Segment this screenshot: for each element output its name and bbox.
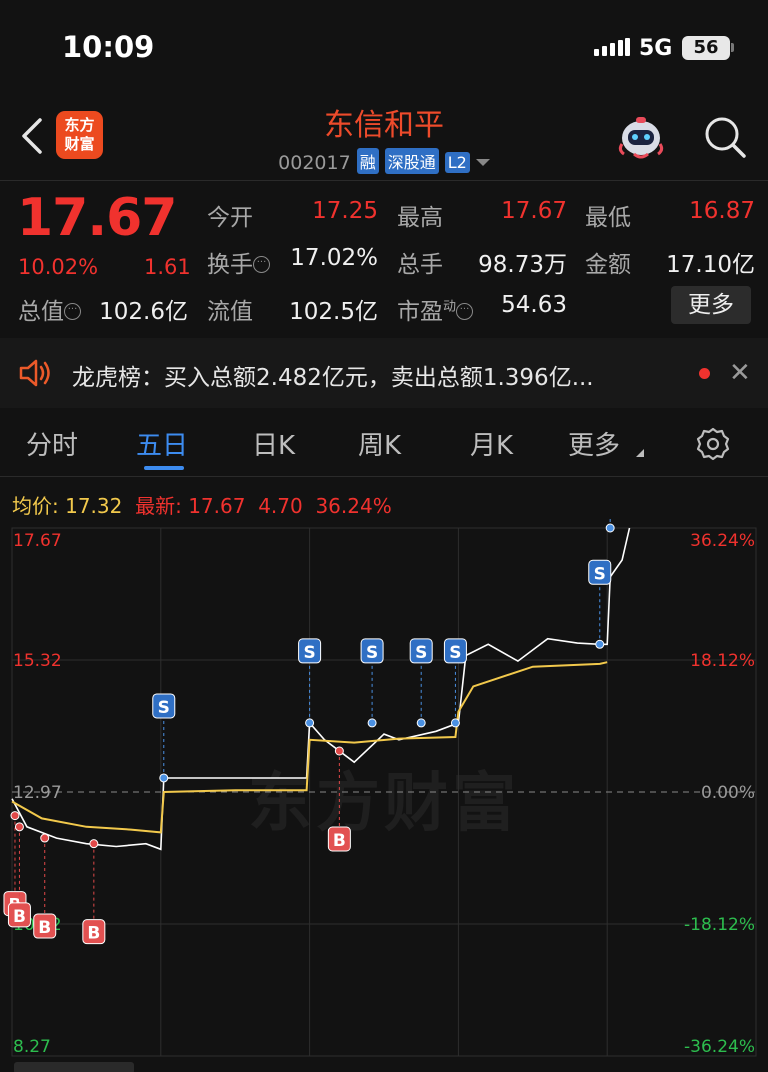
y-tick-left: 17.67 [13,531,62,551]
value-amount: 17.10亿 [666,252,755,278]
chart-legend: 均价: 17.32 最新: 17.67 4.70 36.24% [12,490,392,519]
signal-icon [594,38,630,56]
marker-label: B [38,918,51,938]
active-tab-indicator [144,466,184,470]
robot-assistant-icon[interactable] [616,114,666,162]
marker-label: S [303,643,315,663]
marker-label: B [13,907,26,927]
y-tick-right: 18.12% [690,651,755,671]
header-divider [0,180,768,181]
unread-dot [699,368,710,379]
y-tick-right: 36.24% [690,531,755,551]
marker-dot [595,639,605,649]
search-icon[interactable] [702,114,748,160]
latest-value: 17.67 [188,494,246,518]
battery-icon: 56 [682,36,730,60]
marker-label: B [87,924,100,944]
speaker-icon [19,359,50,387]
value-high: 17.67 [501,198,567,224]
info-icon[interactable]: ··· [456,303,474,320]
value-open: 17.25 [312,198,378,224]
label-amount: 金额 [585,252,631,278]
badge-connect: 深股通 [384,148,439,174]
label-open: 今开 [207,205,253,231]
close-icon[interactable]: ✕ [729,358,751,388]
marker-dot [14,822,24,832]
tabs-divider [0,476,768,477]
marker-label: S [158,698,170,718]
value-turnover: 17.02% [290,245,378,271]
news-text[interactable]: 龙虎榜：买入总额2.482亿元，卖出总额1.396亿... [72,358,594,392]
stock-code: 002017 [278,152,351,174]
y-tick-right: 0.00% [701,783,755,803]
marker-dot [605,523,615,533]
marker-label: S [594,564,606,584]
y-tick-left: 8.27 [13,1037,51,1057]
chevron-down-icon [475,159,490,166]
avg-value: 17.32 [65,494,123,518]
value-volume: 98.73万 [478,252,567,278]
latest-label: 最新: [135,494,182,518]
tab-intraday[interactable]: 分时 [26,425,78,462]
avg-label: 均价: [12,494,59,518]
series-line-price [11,527,631,851]
marker-label: S [449,643,461,663]
marker-label: S [415,643,427,663]
marker-dot [10,811,20,821]
last-price: 17.67 [17,188,177,248]
gear-icon[interactable] [696,427,730,461]
label-float-cap: 流值 [207,299,253,325]
label-high: 最高 [397,205,443,231]
info-icon[interactable]: ··· [64,303,81,320]
label-market-cap: 总值 ··· [18,292,81,326]
value-pe: 54.63 [501,292,567,318]
bottom-tab-hint [14,1062,134,1072]
y-tick-right: -18.12% [684,915,755,935]
change-amount: 1.61 [144,255,191,279]
marker-dot [89,839,99,849]
info-icon[interactable]: ··· [253,256,270,273]
marker-dot [305,718,315,728]
tab-daily-k[interactable]: 日K [252,425,295,462]
badge-margin: 融 [356,148,379,174]
tab-monthly-k[interactable]: 月K [470,425,513,462]
y-tick-left: 12.97 [13,783,62,803]
badge-l2: L2 [444,152,470,173]
tab-weekly-k[interactable]: 周K [358,425,401,462]
label-turnover: 换手 ··· [207,245,270,279]
more-caret-icon [636,449,644,457]
status-time: 10:09 [62,30,155,64]
marker-dot [40,833,50,843]
label-volume: 总手 [397,252,443,278]
latest-change: 4.70 [258,494,303,518]
network-label: 5G [639,36,673,61]
label-pe: 市盈动 ··· [397,292,474,326]
label-low: 最低 [585,205,631,231]
battery-tip [731,43,734,52]
marker-dot [450,718,460,728]
marker-dot [416,718,426,728]
tab-more[interactable]: 更多 [568,425,620,462]
change-percent: 10.02% [18,255,99,279]
value-low: 16.87 [689,198,755,224]
marker-label: S [366,643,378,663]
tab-five-day[interactable]: 五日 [136,425,188,462]
marker-dot [159,773,169,783]
marker-label: B [333,831,346,851]
y-tick-left: 15.32 [13,651,62,671]
latest-pct: 36.24% [315,494,392,518]
y-tick-right: -36.24% [684,1037,755,1057]
value-float-cap: 102.5亿 [289,299,378,325]
five-day-chart[interactable]: 17.6736.24%15.3218.12%12.970.00%10.62-18… [0,518,768,1072]
more-button[interactable]: 更多 [671,286,751,324]
marker-dot [334,746,344,756]
value-market-cap: 102.6亿 [99,299,188,325]
marker-dot [367,718,377,728]
